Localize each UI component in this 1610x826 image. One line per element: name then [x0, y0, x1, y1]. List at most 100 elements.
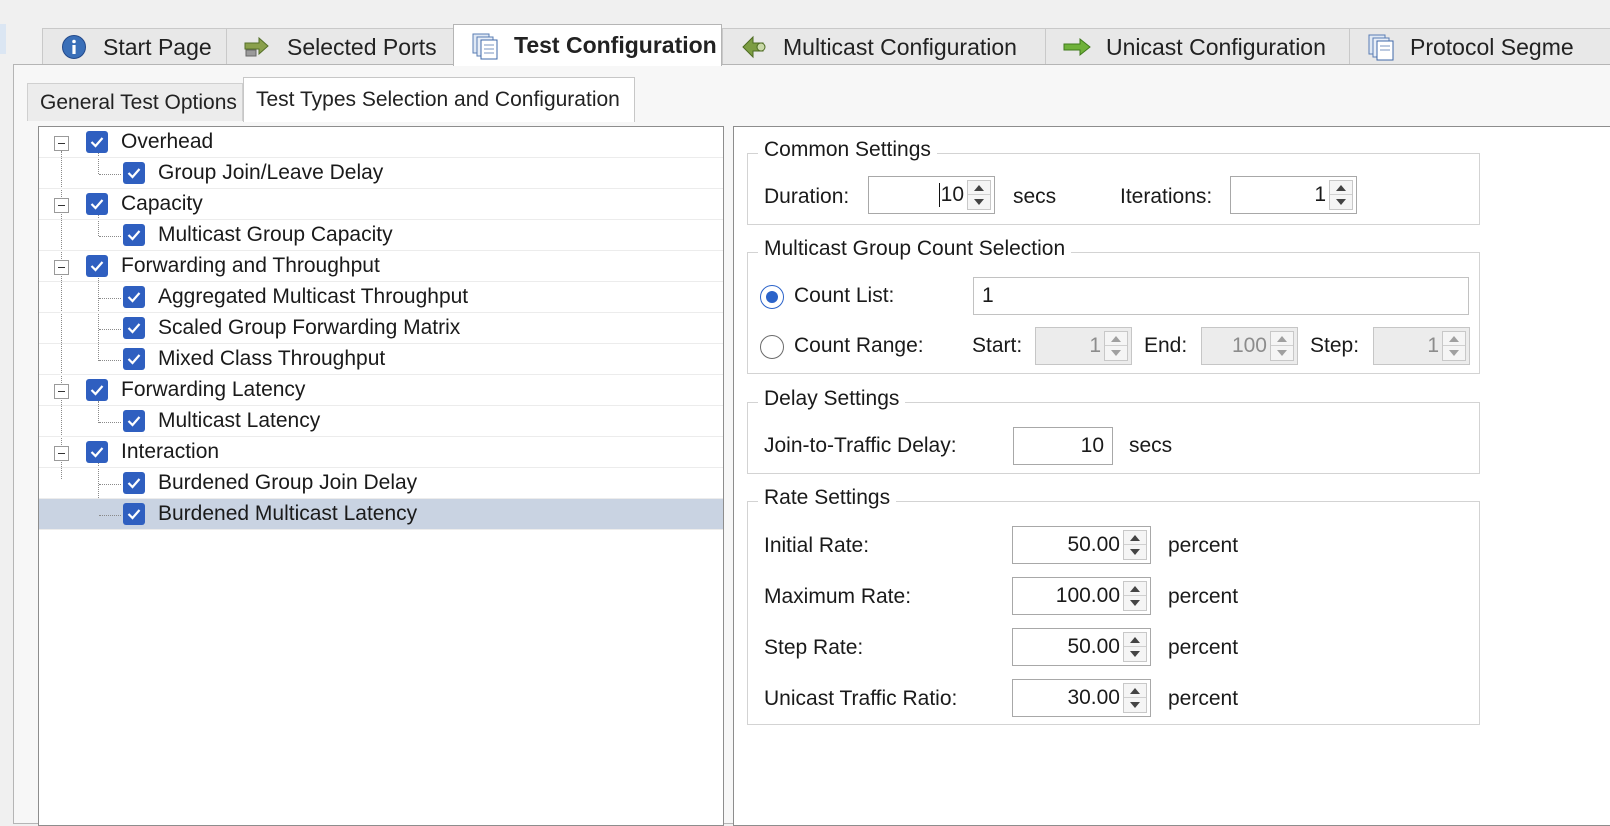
tree-node-burdened-group-join-delay[interactable]: Burdened Group Join Delay [39, 468, 723, 499]
spin-up-button[interactable] [1271, 332, 1293, 346]
spinner-arrows[interactable] [1123, 581, 1147, 611]
spinner-arrows[interactable] [1270, 331, 1294, 361]
common-settings-group: Common Settings Duration: 10 secs Iterat… [747, 138, 1480, 225]
checkbox-checked[interactable] [123, 410, 145, 432]
duration-value: 10 [940, 183, 964, 206]
checkbox-checked[interactable] [86, 379, 108, 401]
main-tab-strip: Start Page Selected Ports Test Configura… [0, 0, 1610, 66]
collapse-toggle[interactable] [54, 136, 69, 151]
checkbox-checked[interactable] [123, 224, 145, 246]
tab-selected-ports[interactable]: Selected Ports [226, 28, 454, 65]
checkbox-checked[interactable] [123, 348, 145, 370]
checkbox-checked[interactable] [123, 503, 145, 525]
spin-down-button[interactable] [1124, 647, 1146, 661]
tree-node-aggregated-multicast-throughput[interactable]: Aggregated Multicast Throughput [39, 282, 723, 313]
test-types-tree[interactable]: Overhead Group Join/Leave Delay Capacity… [38, 126, 724, 826]
tree-node-burdened-multicast-latency[interactable]: Burdened Multicast Latency [39, 499, 723, 530]
join-to-traffic-delay-input[interactable]: 10 [1013, 427, 1113, 465]
tab-start-page[interactable]: Start Page [42, 28, 227, 65]
checkbox-checked[interactable] [86, 131, 108, 153]
spin-up-button[interactable] [1124, 633, 1146, 647]
group-title: Multicast Group Count Selection [758, 237, 1072, 261]
spin-up-button[interactable] [1124, 582, 1146, 596]
tab-test-configuration[interactable]: Test Configuration [453, 24, 722, 66]
maximum-rate-spinner[interactable]: 100.00 [1012, 577, 1151, 615]
tab-label: Test Configuration [514, 32, 717, 58]
tree-node-multicast-latency[interactable]: Multicast Latency [39, 406, 723, 437]
spin-down-button[interactable] [1105, 346, 1127, 360]
count-range-radio[interactable] [760, 335, 784, 359]
checkbox-checked[interactable] [86, 441, 108, 463]
spin-up-button[interactable] [1105, 332, 1127, 346]
tree-connector [99, 298, 121, 299]
unicast-traffic-ratio-label: Unicast Traffic Ratio: [764, 687, 958, 710]
spin-up-button[interactable] [968, 181, 990, 195]
range-end-value: 100 [1231, 334, 1267, 357]
spinner-arrows[interactable] [1329, 180, 1353, 210]
range-step-spinner[interactable]: 1 [1373, 327, 1470, 365]
initial-rate-spinner[interactable]: 50.00 [1012, 526, 1151, 564]
document-stack-icon [470, 33, 500, 59]
checkbox-checked[interactable] [86, 193, 108, 215]
spinner-arrows[interactable] [1104, 331, 1128, 361]
tree-node-scaled-group-forwarding-matrix[interactable]: Scaled Group Forwarding Matrix [39, 313, 723, 344]
count-list-input[interactable]: 1 [973, 277, 1469, 315]
tree-node-group-join-leave-delay[interactable]: Group Join/Leave Delay [39, 158, 723, 189]
iterations-label: Iterations: [1120, 185, 1213, 208]
checkbox-checked[interactable] [86, 255, 108, 277]
subtab-test-types-selection[interactable]: Test Types Selection and Configuration [243, 77, 635, 122]
spin-down-button[interactable] [1124, 698, 1146, 712]
spin-down-button[interactable] [1124, 596, 1146, 610]
spinner-arrows[interactable] [1442, 331, 1466, 361]
subtab-general-test-options[interactable]: General Test Options [27, 83, 243, 121]
spin-down-button[interactable] [968, 195, 990, 209]
spinner-arrows[interactable] [1123, 530, 1147, 560]
unicast-traffic-ratio-spinner[interactable]: 30.00 [1012, 679, 1151, 717]
spin-up-button[interactable] [1443, 332, 1465, 346]
checkbox-checked[interactable] [123, 317, 145, 339]
group-title: Common Settings [758, 138, 937, 162]
tab-label: Multicast Configuration [783, 33, 1017, 60]
tab-label: Protocol Segme [1410, 33, 1574, 60]
tree-node-forwarding-latency[interactable]: Forwarding Latency [39, 375, 723, 406]
collapse-toggle[interactable] [54, 198, 69, 213]
range-end-spinner[interactable]: 100 [1201, 327, 1298, 365]
spinner-arrows[interactable] [1123, 683, 1147, 713]
checkbox-checked[interactable] [123, 472, 145, 494]
tree-node-forwarding-and-throughput[interactable]: Forwarding and Throughput [39, 251, 723, 282]
tree-node-multicast-group-capacity[interactable]: Multicast Group Capacity [39, 220, 723, 251]
spin-down-button[interactable] [1330, 195, 1352, 209]
tree-node-label: Forwarding Latency [121, 378, 306, 401]
tree-node-capacity[interactable]: Capacity [39, 189, 723, 220]
count-list-radio[interactable] [760, 285, 784, 309]
tab-unicast-configuration[interactable]: Unicast Configuration [1045, 28, 1350, 65]
tree-node-mixed-class-throughput[interactable]: Mixed Class Throughput [39, 344, 723, 375]
spin-down-button[interactable] [1443, 346, 1465, 360]
tab-protocol-segment[interactable]: Protocol Segme [1349, 28, 1610, 65]
spin-up-button[interactable] [1124, 531, 1146, 545]
tree-node-interaction[interactable]: Interaction [39, 437, 723, 468]
tab-label: Start Page [103, 33, 212, 60]
checkbox-checked[interactable] [123, 286, 145, 308]
checkbox-checked[interactable] [123, 162, 145, 184]
spin-up-button[interactable] [1330, 181, 1352, 195]
iterations-spinner[interactable]: 1 [1230, 176, 1357, 214]
collapse-toggle[interactable] [54, 260, 69, 275]
spinner-arrows[interactable] [967, 180, 991, 210]
step-rate-spinner[interactable]: 50.00 [1012, 628, 1151, 666]
duration-spinner[interactable]: 10 [868, 176, 995, 214]
collapse-toggle[interactable] [54, 446, 69, 461]
group-count-selection-group: Multicast Group Count Selection Count Li… [747, 237, 1480, 374]
spin-up-button[interactable] [1124, 684, 1146, 698]
spinner-arrows[interactable] [1123, 632, 1147, 662]
tab-multicast-configuration[interactable]: Multicast Configuration [722, 28, 1046, 65]
spin-down-button[interactable] [1271, 346, 1293, 360]
collapse-toggle[interactable] [54, 384, 69, 399]
group-title: Rate Settings [758, 486, 897, 510]
range-step-value: 1 [1427, 334, 1439, 357]
tree-node-label: Burdened Group Join Delay [158, 471, 418, 494]
spin-down-button[interactable] [1124, 545, 1146, 559]
range-start-spinner[interactable]: 1 [1035, 327, 1132, 365]
tree-node-label: Aggregated Multicast Throughput [158, 285, 469, 308]
tree-node-overhead[interactable]: Overhead [39, 127, 723, 158]
